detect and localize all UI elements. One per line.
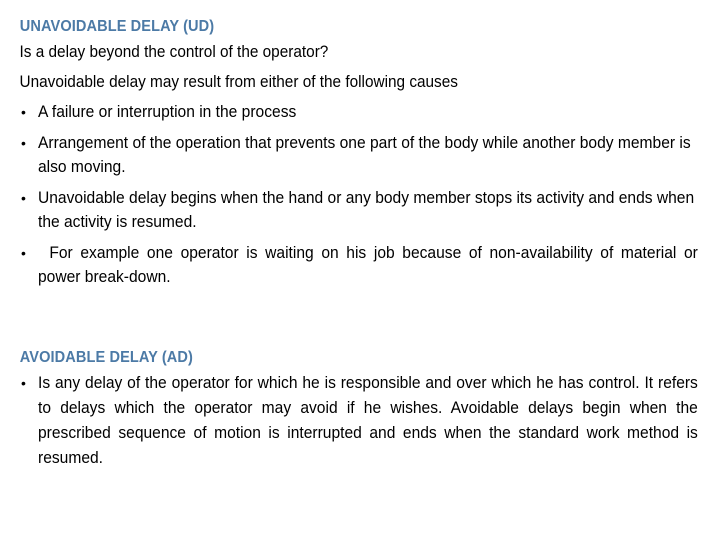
section-heading-unavoidable-delay: UNAVOIDABLE DELAY (UD) xyxy=(19,18,215,35)
list-item: • A failure or interruption in the proce… xyxy=(0,100,720,125)
bullet-dot-icon: • xyxy=(21,375,26,391)
slide-canvas: UNAVOIDABLE DELAY (UD) Is a delay beyond… xyxy=(0,0,720,540)
list-item: • For example one operator is waiting on… xyxy=(0,241,720,290)
list-item-text: For example one operator is waiting on h… xyxy=(38,243,698,287)
list-item: • Is any delay of the operator for which… xyxy=(0,371,720,471)
bullet-list-unavoidable-delay: • A failure or interruption in the proce… xyxy=(0,100,720,290)
bullet-list-avoidable-delay: • Is any delay of the operator for which… xyxy=(0,371,720,471)
bullet-dot-icon: • xyxy=(21,189,26,206)
section-unavoidable-delay: UNAVOIDABLE DELAY (UD) Is a delay beyond… xyxy=(0,17,720,290)
list-item-text: Is any delay of the operator for which h… xyxy=(38,374,698,467)
list-item-text: Unavoidable delay begins when the hand o… xyxy=(38,188,695,232)
paragraph-ud-question: Is a delay beyond the control of the ope… xyxy=(19,43,329,61)
section-avoidable-delay: AVOIDABLE DELAY (AD) • Is any delay of t… xyxy=(0,348,720,471)
list-item: • Unavoidable delay begins when the hand… xyxy=(0,186,720,235)
list-item-text: Arrangement of the operation that preven… xyxy=(38,133,691,177)
section-heading-avoidable-delay: AVOIDABLE DELAY (AD) xyxy=(19,349,193,366)
list-item: • Arrangement of the operation that prev… xyxy=(0,131,720,180)
list-item-text: A failure or interruption in the process xyxy=(38,103,297,121)
bullet-dot-icon: • xyxy=(21,134,26,151)
bullet-dot-icon: • xyxy=(21,104,26,120)
bullet-dot-icon: • xyxy=(21,244,26,261)
paragraph-ud-causes-intro: Unavoidable delay may result from either… xyxy=(19,73,458,91)
